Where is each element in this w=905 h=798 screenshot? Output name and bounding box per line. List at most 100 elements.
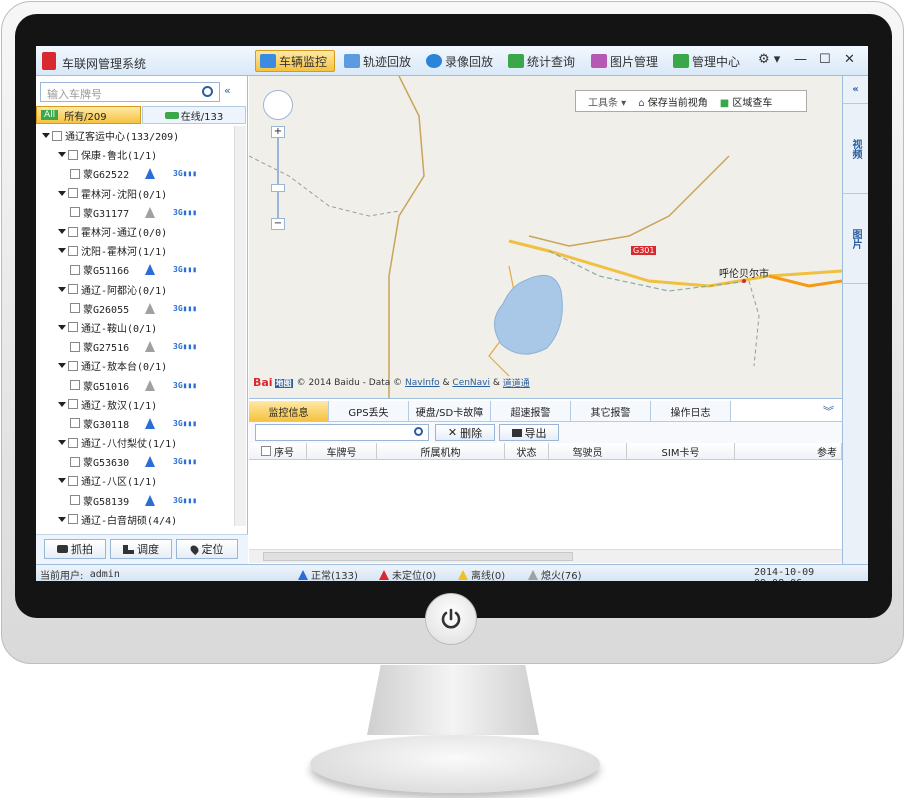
- export-button[interactable]: 导出: [499, 424, 559, 441]
- col-reference[interactable]: 参考: [735, 443, 842, 460]
- cennavi-link[interactable]: CenNavi: [452, 378, 490, 388]
- toolbar-dropdown[interactable]: 工具条 ▾: [588, 94, 626, 109]
- filter-all-tab[interactable]: All 所有/209: [36, 106, 141, 124]
- tree-group[interactable]: 通辽-白音胡硕(4/4): [36, 510, 234, 526]
- save-view-button[interactable]: ⌂ 保存当前视角: [638, 94, 708, 109]
- tree-checkbox[interactable]: [70, 418, 80, 429]
- tab-disk-fault[interactable]: 硬盘/SD卡故障: [409, 401, 491, 421]
- vehicle-item[interactable]: 蒙G26055 3G▮▮▮: [36, 299, 234, 318]
- vehicle-item[interactable]: 蒙G51016 3G▮▮▮: [36, 375, 234, 394]
- collapse-left-button[interactable]: «: [224, 84, 231, 97]
- tree-checkbox[interactable]: [70, 207, 80, 218]
- tree-group[interactable]: 通辽-鞍山(0/1): [36, 318, 234, 337]
- tree-checkbox[interactable]: [70, 264, 80, 275]
- expand-icon[interactable]: [42, 133, 50, 139]
- col-status[interactable]: 状态: [505, 443, 549, 460]
- area-search-button[interactable]: ■ 区域查车: [720, 94, 773, 109]
- vehicle-item[interactable]: 蒙G51166 3G▮▮▮: [36, 260, 234, 279]
- tab-picture[interactable]: 图片: [843, 194, 868, 284]
- map-zoom-slider[interactable]: + −: [271, 126, 285, 230]
- tree-scrollbar[interactable]: [234, 126, 246, 526]
- filter-online-tab[interactable]: 在线/133: [142, 106, 246, 124]
- expand-icon[interactable]: [58, 152, 66, 158]
- tree-group[interactable]: 通辽-敖本台(0/1): [36, 356, 234, 375]
- tree-checkbox[interactable]: [68, 226, 78, 237]
- expand-icon[interactable]: [58, 440, 66, 446]
- dispatch-button[interactable]: 调度: [110, 539, 172, 559]
- map-view[interactable]: + − 工具条 ▾ ⌂ 保存当前视角 ■ 区域查车 G301 呼伦贝尔市 Bai…: [249, 76, 842, 398]
- tree-checkbox[interactable]: [52, 130, 62, 141]
- tree-checkbox[interactable]: [70, 341, 80, 352]
- col-plate[interactable]: 车牌号: [307, 443, 377, 460]
- tab-vehicle-monitor[interactable]: 车辆监控: [255, 50, 335, 72]
- expand-icon[interactable]: [58, 286, 66, 292]
- search-icon[interactable]: [414, 427, 423, 436]
- expand-icon[interactable]: [58, 401, 66, 407]
- capture-button[interactable]: 抓拍: [44, 539, 106, 559]
- zoom-handle[interactable]: [271, 184, 285, 192]
- expand-icon[interactable]: [58, 516, 66, 522]
- expand-icon[interactable]: [58, 363, 66, 369]
- settings-icon[interactable]: ⚙ ▾: [758, 52, 780, 67]
- table-hscrollbar[interactable]: [249, 549, 842, 563]
- tree-checkbox[interactable]: [68, 360, 78, 371]
- map-pan-control[interactable]: [263, 90, 293, 120]
- col-sim[interactable]: SIM卡号: [627, 443, 735, 460]
- vehicle-item[interactable]: 蒙G53630 3G▮▮▮: [36, 452, 234, 471]
- vehicle-item[interactable]: 蒙G30118 3G▮▮▮: [36, 414, 234, 433]
- expand-icon[interactable]: [58, 229, 66, 235]
- scroll-thumb[interactable]: [263, 552, 573, 561]
- tree-group[interactable]: 通辽-敖汉(1/1): [36, 395, 234, 414]
- tree-checkbox[interactable]: [68, 149, 78, 160]
- zoom-in-button[interactable]: +: [271, 126, 285, 138]
- tab-other-alarm[interactable]: 其它报警: [571, 401, 651, 421]
- close-button[interactable]: ✕: [844, 52, 855, 67]
- tab-track-playback[interactable]: 轨迹回放: [340, 50, 420, 72]
- tree-checkbox[interactable]: [68, 514, 78, 525]
- tree-checkbox[interactable]: [70, 380, 80, 391]
- tree-checkbox[interactable]: [70, 168, 80, 179]
- tree-checkbox[interactable]: [70, 456, 80, 467]
- minimize-button[interactable]: —: [794, 52, 807, 67]
- tree-root[interactable]: 通辽客运中心(133/209): [36, 126, 234, 145]
- expand-icon[interactable]: [58, 248, 66, 254]
- tree-checkbox[interactable]: [70, 303, 80, 314]
- tab-monitor-info[interactable]: 监控信息: [249, 401, 329, 421]
- tab-video[interactable]: 视频: [843, 104, 868, 194]
- search-icon[interactable]: [202, 86, 213, 97]
- tab-operation-log[interactable]: 操作日志: [651, 401, 731, 421]
- tree-checkbox[interactable]: [68, 475, 78, 486]
- tab-video-playback[interactable]: 录像回放: [422, 50, 502, 72]
- tree-group[interactable]: 通辽-八区(1/1): [36, 471, 234, 490]
- zoom-out-button[interactable]: −: [271, 218, 285, 230]
- vehicle-item[interactable]: 蒙G27516 3G▮▮▮: [36, 337, 234, 356]
- tree-checkbox[interactable]: [68, 245, 78, 256]
- expand-icon[interactable]: [58, 324, 66, 330]
- expand-icon[interactable]: [58, 478, 66, 484]
- vehicle-item[interactable]: 蒙G31177 3G▮▮▮: [36, 203, 234, 222]
- tab-statistics[interactable]: 统计查询: [504, 50, 584, 72]
- select-all-checkbox[interactable]: [261, 446, 271, 456]
- power-button[interactable]: [425, 593, 477, 645]
- collapse-right-button[interactable]: «: [843, 76, 868, 104]
- tree-checkbox[interactable]: [68, 188, 78, 199]
- tree-group[interactable]: 霍林河-沈阳(0/1): [36, 184, 234, 203]
- alarm-search-input[interactable]: [255, 424, 429, 441]
- navinfo-link[interactable]: NavInfo: [405, 378, 440, 388]
- tree-group[interactable]: 通辽-阿都沁(0/1): [36, 280, 234, 299]
- tree-checkbox[interactable]: [68, 437, 78, 448]
- tree-checkbox[interactable]: [68, 284, 78, 295]
- tab-picture-manage[interactable]: 图片管理: [587, 50, 667, 72]
- expand-icon[interactable]: [58, 190, 66, 196]
- maximize-button[interactable]: ☐: [819, 52, 831, 67]
- col-driver[interactable]: 驾驶员: [549, 443, 627, 460]
- tree-group[interactable]: 保康-鲁北(1/1): [36, 145, 234, 164]
- tab-gps-lost[interactable]: GPS丢失: [329, 401, 409, 421]
- col-org[interactable]: 所属机构: [377, 443, 505, 460]
- locate-button[interactable]: 定位: [176, 539, 238, 559]
- tree-checkbox[interactable]: [70, 495, 80, 506]
- vehicle-search-input[interactable]: 输入车牌号: [40, 82, 220, 102]
- tree-group[interactable]: 霍林河-通辽(0/0): [36, 222, 234, 241]
- tab-admin-center[interactable]: 管理中心: [669, 50, 749, 72]
- tree-checkbox[interactable]: [68, 399, 78, 410]
